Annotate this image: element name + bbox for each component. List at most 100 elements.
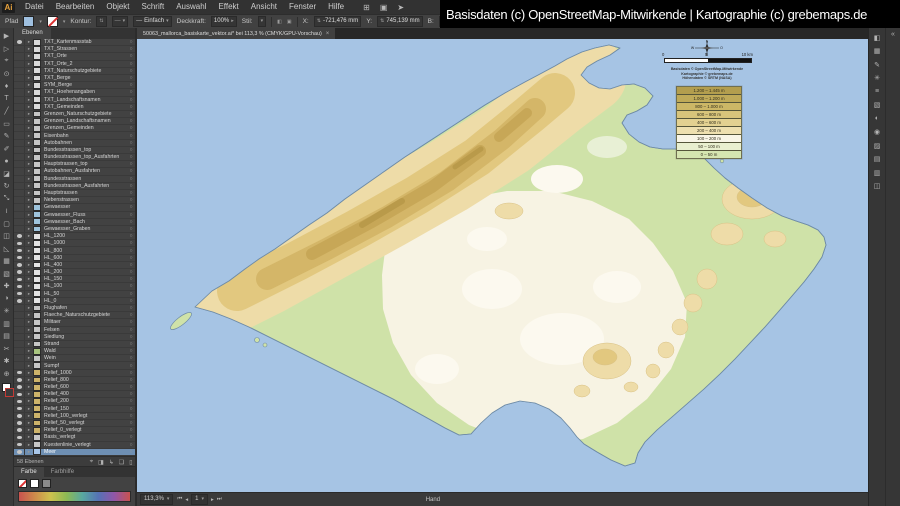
document-canvas[interactable]: N O S W 0 5 10 km Basisdaten © OpenStree…	[137, 39, 868, 492]
style-field[interactable]: ▾	[258, 16, 267, 27]
hand-tool-button[interactable]: ✱	[1, 355, 13, 368]
layer-expand-icon[interactable]: ▸	[25, 370, 33, 376]
layer-visibility-toggle[interactable]	[14, 212, 25, 218]
layer-visibility-toggle[interactable]	[14, 197, 25, 203]
document-tab[interactable]: 50063_mallorca_basiskarte_vektor.ai* bei…	[137, 28, 335, 39]
gradient-tool-button[interactable]: ▧	[1, 268, 13, 281]
rectangle-tool-button[interactable]: ▭	[1, 118, 13, 131]
layer-target-icon[interactable]: ○	[127, 291, 135, 297]
color-panel-icon[interactable]: ◧	[871, 32, 883, 43]
layer-expand-icon[interactable]: ▸	[25, 46, 33, 52]
column-graph-tool-button[interactable]: ▥	[1, 318, 13, 331]
layer-expand-icon[interactable]: ▸	[25, 197, 33, 203]
layer-target-icon[interactable]: ○	[127, 398, 135, 404]
menu-datei[interactable]: Datei	[19, 0, 50, 14]
menu-auswahl[interactable]: Auswahl	[170, 0, 212, 14]
type-tool-button[interactable]: T	[1, 93, 13, 106]
layer-expand-icon[interactable]: ▸	[25, 363, 33, 369]
layer-expand-icon[interactable]: ▸	[25, 262, 33, 268]
layer-visibility-toggle[interactable]	[14, 140, 25, 146]
brush-definition-field[interactable]: —▾	[112, 16, 129, 27]
layer-visibility-toggle[interactable]	[14, 348, 25, 354]
layer-target-icon[interactable]: ○	[127, 305, 135, 311]
layer-expand-icon[interactable]: ▸	[25, 219, 33, 225]
menu-ansicht[interactable]: Ansicht	[245, 0, 283, 14]
layer-expand-icon[interactable]: ▸	[25, 176, 33, 182]
menu-hilfe[interactable]: Hilfe	[322, 0, 350, 14]
layer-target-icon[interactable]: ○	[127, 327, 135, 333]
layer-expand-icon[interactable]: ▸	[25, 75, 33, 81]
layer-target-icon[interactable]: ○	[127, 348, 135, 354]
eraser-tool-button[interactable]: ◪	[1, 168, 13, 181]
layer-expand-icon[interactable]: ▸	[25, 39, 33, 45]
color-white-swatch[interactable]	[30, 479, 39, 488]
layer-expand-icon[interactable]: ▸	[25, 147, 33, 153]
layer-target-icon[interactable]: ○	[127, 312, 135, 318]
layer-target-icon[interactable]: ○	[127, 434, 135, 440]
layer-visibility-toggle[interactable]	[14, 61, 25, 67]
tab-farbhilfe[interactable]: Farbhilfe	[44, 467, 81, 477]
layer-target-icon[interactable]: ○	[127, 240, 135, 246]
layer-target-icon[interactable]: ○	[127, 406, 135, 412]
layer-visibility-toggle[interactable]	[14, 341, 25, 347]
layer-expand-icon[interactable]: ▸	[25, 111, 33, 117]
blob-brush-tool-button[interactable]: ●	[1, 155, 13, 168]
tab-farbe[interactable]: Farbe	[14, 467, 44, 477]
layer-visibility-toggle[interactable]	[14, 262, 25, 268]
layer-target-icon[interactable]: ○	[127, 183, 135, 189]
layer-visibility-toggle[interactable]	[14, 391, 25, 397]
layer-target-icon[interactable]: ○	[127, 133, 135, 139]
layer-target-icon[interactable]: ○	[127, 190, 135, 196]
layer-visibility-toggle[interactable]	[14, 319, 25, 325]
layer-expand-icon[interactable]: ▸	[25, 398, 33, 404]
layers-panel-icon[interactable]: ▤	[871, 154, 883, 165]
layer-visibility-toggle[interactable]	[14, 312, 25, 318]
mesh-tool-button[interactable]: ▦	[1, 255, 13, 268]
layer-target-icon[interactable]: ○	[127, 391, 135, 397]
arrange-documents-icon[interactable]: ⊞	[358, 3, 375, 12]
layer-target-icon[interactable]: ○	[127, 233, 135, 239]
tab-ebenen[interactable]: Ebenen	[14, 28, 51, 39]
layer-target-icon[interactable]: ○	[127, 427, 135, 433]
layer-target-icon[interactable]: ○	[127, 176, 135, 182]
layer-visibility-toggle[interactable]	[14, 406, 25, 412]
x-field[interactable]: ⇅-721,476 mm	[314, 16, 362, 27]
artboard-tool-button[interactable]: ▤	[1, 330, 13, 343]
layer-target-icon[interactable]: ○	[127, 319, 135, 325]
layer-expand-icon[interactable]: ▸	[25, 248, 33, 254]
layer-target-icon[interactable]: ○	[127, 226, 135, 232]
layer-expand-icon[interactable]: ▸	[25, 355, 33, 361]
layer-visibility-toggle[interactable]	[14, 298, 25, 304]
rotate-tool-button[interactable]: ↻	[1, 180, 13, 193]
layer-expand-icon[interactable]: ▸	[25, 168, 33, 174]
layer-visibility-toggle[interactable]	[14, 53, 25, 59]
width-tool-button[interactable]: ≀	[1, 205, 13, 218]
layer-target-icon[interactable]: ○	[127, 334, 135, 340]
layer-visibility-toggle[interactable]	[14, 183, 25, 189]
pen-tool-button[interactable]: ♦	[1, 80, 13, 93]
symbol-sprayer-tool-button[interactable]: ✳	[1, 305, 13, 318]
layer-target-icon[interactable]: ○	[127, 248, 135, 254]
layer-visibility-toggle[interactable]	[14, 168, 25, 174]
layer-expand-icon[interactable]: ▸	[25, 305, 33, 311]
layer-visibility-toggle[interactable]	[14, 161, 25, 167]
line-segment-tool-button[interactable]: ╱	[1, 105, 13, 118]
layer-target-icon[interactable]: ○	[127, 355, 135, 361]
layer-expand-icon[interactable]: ▸	[25, 233, 33, 239]
shape-builder-tool-button[interactable]: ◫	[1, 230, 13, 243]
layer-expand-icon[interactable]: ▸	[25, 53, 33, 59]
brushes-panel-icon[interactable]: ✎	[871, 59, 883, 70]
menu-objekt[interactable]: Objekt	[100, 0, 135, 14]
zoom-level-field[interactable]: 113,3%▾	[140, 494, 173, 505]
symbols-panel-icon[interactable]: ✳	[871, 73, 883, 84]
layer-target-icon[interactable]: ○	[127, 147, 135, 153]
layer-visibility-toggle[interactable]	[14, 384, 25, 390]
layer-visibility-toggle[interactable]	[14, 420, 25, 426]
transparency-panel-icon[interactable]: ◐	[871, 113, 883, 124]
layer-target-icon[interactable]: ○	[127, 212, 135, 218]
layer-target-icon[interactable]: ○	[127, 68, 135, 74]
layer-target-icon[interactable]: ○	[127, 82, 135, 88]
layer-visibility-toggle[interactable]	[14, 291, 25, 297]
gradient-panel-icon[interactable]: ▧	[871, 100, 883, 111]
layer-target-icon[interactable]: ○	[127, 125, 135, 131]
